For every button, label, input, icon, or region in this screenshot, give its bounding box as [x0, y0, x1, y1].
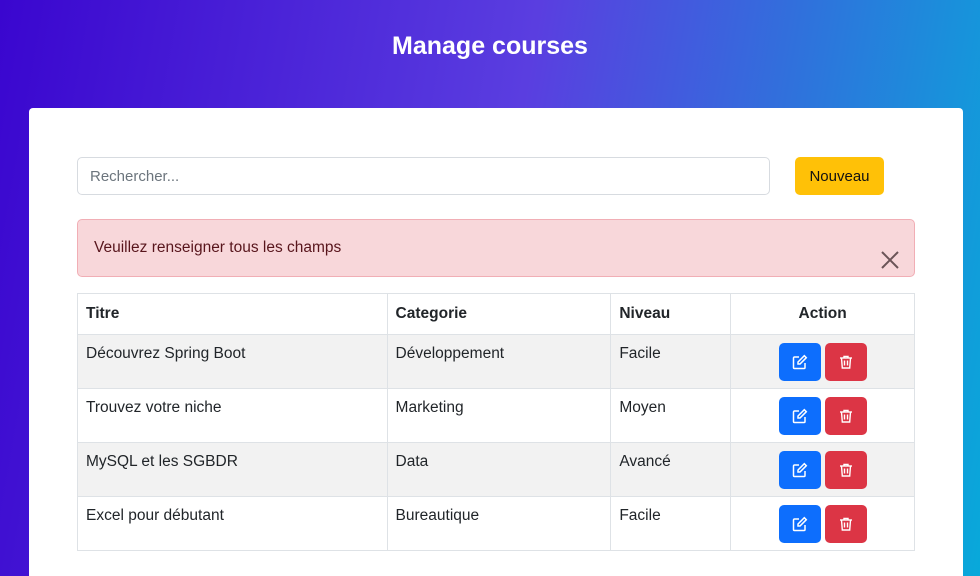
cell-category: Marketing [386, 388, 612, 443]
edit-button[interactable] [778, 505, 821, 543]
cell-category: Data [386, 442, 612, 497]
cell-category: Bureautique [386, 496, 612, 551]
trash-icon [839, 463, 852, 477]
alert-message: Veuillez renseigner tous les champs [94, 239, 342, 256]
cell-level: Avancé [610, 442, 732, 497]
delete-button[interactable] [824, 505, 867, 543]
header-action: Action [730, 293, 915, 335]
table-row: Découvrez Spring Boot Développement Faci… [77, 334, 915, 389]
cell-action [730, 388, 915, 443]
delete-button[interactable] [824, 397, 867, 435]
close-icon[interactable] [880, 238, 900, 269]
header-category: Categorie [386, 293, 612, 335]
edit-button[interactable] [778, 343, 821, 381]
trash-icon [839, 355, 852, 369]
cell-level: Moyen [610, 388, 732, 443]
table-row: MySQL et les SGBDR Data Avancé [77, 442, 915, 497]
edit-icon [792, 462, 807, 478]
header-level: Niveau [610, 293, 732, 335]
courses-table-wrapper: Titre Categorie Niveau Action Découvrez … [77, 293, 915, 551]
cell-level: Facile [610, 334, 732, 389]
delete-button[interactable] [824, 451, 867, 489]
edit-button[interactable] [778, 451, 821, 489]
trash-icon [839, 409, 852, 423]
page-title: Manage courses [392, 32, 588, 60]
table-row: Trouvez votre niche Marketing Moyen [77, 388, 915, 443]
edit-button[interactable] [778, 397, 821, 435]
cell-title: Trouvez votre niche [77, 388, 388, 443]
cell-action [730, 334, 915, 389]
table-row: Excel pour débutant Bureautique Facile [77, 496, 915, 551]
courses-table: Titre Categorie Niveau Action Découvrez … [77, 293, 915, 551]
new-course-button[interactable]: Nouveau [795, 157, 884, 195]
cell-action [730, 496, 915, 551]
cell-title: Découvrez Spring Boot [77, 334, 388, 389]
edit-icon [792, 516, 807, 532]
cell-level: Facile [610, 496, 732, 551]
error-alert: Veuillez renseigner tous les champs [77, 219, 915, 277]
table-header-row: Titre Categorie Niveau Action [77, 293, 915, 335]
cell-category: Développement [386, 334, 612, 389]
search-input[interactable] [77, 157, 770, 195]
cell-title: Excel pour débutant [77, 496, 388, 551]
cell-title: MySQL et les SGBDR [77, 442, 388, 497]
course-card: Nouveau Veuillez renseigner tous les cha… [29, 108, 963, 576]
cell-action [730, 442, 915, 497]
header-title: Titre [77, 293, 388, 335]
delete-button[interactable] [824, 343, 867, 381]
edit-icon [792, 408, 807, 424]
edit-icon [792, 354, 807, 370]
trash-icon [839, 517, 852, 531]
